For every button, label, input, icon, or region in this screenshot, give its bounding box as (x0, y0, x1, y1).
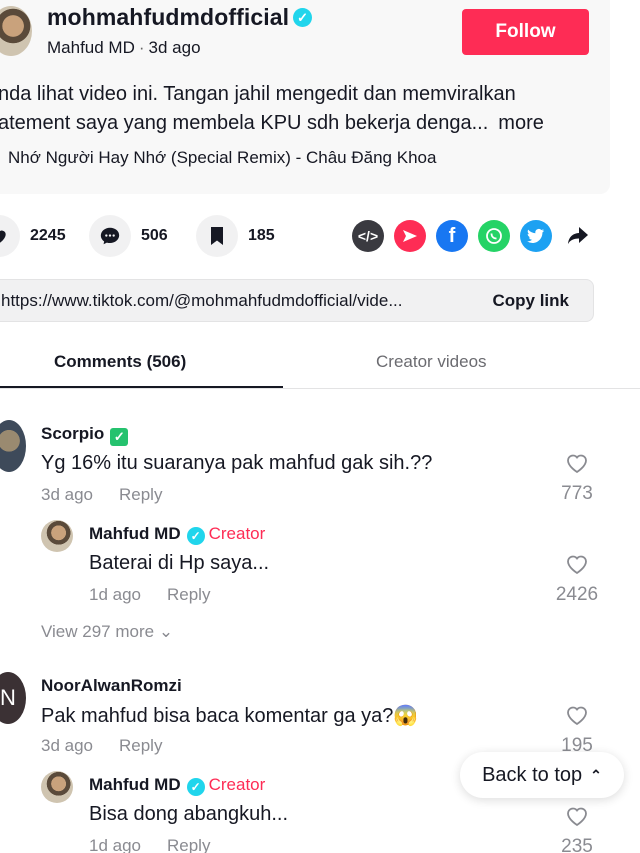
reply-avatar[interactable] (41, 771, 73, 803)
reply-like-count: 2426 (555, 584, 599, 605)
send-icon[interactable] (394, 220, 426, 252)
comment-text: Pak mahfud bisa baca komentar ga ya?😱 (41, 705, 419, 727)
reply-time: 1d ago (89, 836, 141, 853)
save-stat[interactable]: 185 (196, 215, 275, 257)
author-username[interactable]: mohmahfudmdofficial ✓ (47, 4, 313, 31)
commenter-name[interactable]: NoorAlwanRomzi (41, 676, 182, 696)
comment-stat[interactable]: 506 (89, 215, 168, 257)
creator-tag: Creator (208, 775, 266, 794)
comment-time: 3d ago (41, 485, 93, 504)
author-display-name[interactable]: Mahfud MD (47, 38, 135, 57)
comment-count: 506 (141, 227, 168, 244)
creator-tag: Creator (208, 524, 266, 543)
reply-author[interactable]: Mahfud MD ✓ Creator (89, 775, 265, 796)
facebook-icon[interactable]: f (436, 220, 468, 252)
embed-icon[interactable]: </> (352, 220, 384, 252)
link-box: https://www.tiktok.com/@mohmahfudmdoffic… (0, 279, 594, 322)
copy-link-button[interactable]: Copy link (492, 291, 569, 311)
like-count: 2245 (30, 227, 66, 244)
heart-outline-icon[interactable] (565, 553, 589, 575)
checkmark-badge-icon: ✓ (110, 428, 129, 446)
tab-comments[interactable]: Comments (506) (54, 352, 186, 372)
twitter-icon[interactable] (520, 220, 552, 252)
reply-meta: 1d ago Reply (89, 585, 210, 605)
reply-button[interactable]: Reply (119, 485, 162, 504)
chevron-up-icon: ⌃ (590, 766, 602, 783)
whatsapp-icon[interactable] (478, 220, 510, 252)
tab-divider (0, 388, 640, 389)
reply-text: Bisa dong abangkuh... (89, 803, 289, 825)
comment-meta: 3d ago Reply (41, 485, 162, 505)
follow-button[interactable]: Follow (462, 9, 589, 55)
more-link[interactable]: more (498, 112, 544, 134)
tab-active-indicator (0, 386, 283, 388)
verified-icon: ✓ (186, 527, 205, 545)
reply-like-count: 235 (561, 836, 593, 853)
verified-icon: ✓ (186, 778, 205, 796)
reply-time: 1d ago (89, 585, 141, 604)
reply-like[interactable]: 235 (547, 805, 607, 853)
commenter-avatar[interactable]: N (0, 672, 26, 724)
reply-author[interactable]: Mahfud MD ✓ Creator (89, 524, 265, 545)
share-arrow-icon[interactable] (562, 220, 594, 252)
reply-text: Baterai di Hp saya... (89, 552, 270, 574)
comment-like[interactable]: 195 (547, 704, 607, 757)
music-title[interactable]: Nhớ Người Hay Nhớ (Special Remix) - Châu… (8, 148, 436, 168)
comment-like[interactable]: 773 (547, 452, 607, 505)
save-count: 185 (248, 227, 275, 244)
comment-text: Yg 16% itu suaranya pak mahfud gak sih.?… (41, 452, 433, 474)
back-to-top-label: Back to top (482, 763, 583, 786)
commenter-name[interactable]: Scorpio ✓ (41, 424, 129, 446)
comment-icon[interactable] (89, 215, 131, 257)
reply-button[interactable]: Reply (119, 736, 162, 755)
post-time: 3d ago (148, 38, 201, 57)
view-more-replies[interactable]: View 297 more ⌄ (41, 622, 173, 642)
reply-button[interactable]: Reply (167, 836, 210, 853)
back-to-top-button[interactable]: Back to top ⌃ (460, 752, 624, 798)
comment-meta: 3d ago Reply (41, 736, 162, 756)
reply-button[interactable]: Reply (167, 585, 210, 604)
comment-like-count: 773 (561, 483, 593, 504)
heart-outline-icon[interactable] (565, 805, 589, 827)
commenter-avatar[interactable] (0, 420, 26, 472)
heart-icon[interactable] (0, 215, 20, 257)
reply-like[interactable]: 2426 (547, 553, 607, 606)
heart-outline-icon[interactable] (565, 452, 589, 474)
description-line-2: atement saya yang membela KPU sdh bekerj… (0, 112, 489, 134)
description-line-1: nda lihat video ini. Tangan jahil menged… (0, 83, 516, 105)
post-description: nda lihat video ini. Tangan jahil menged… (0, 80, 598, 138)
bookmark-icon[interactable] (196, 215, 238, 257)
chevron-down-icon: ⌄ (158, 622, 174, 641)
reply-avatar[interactable] (41, 520, 73, 552)
like-stat[interactable]: 2245 (0, 215, 66, 257)
heart-outline-icon[interactable] (565, 704, 589, 726)
video-url[interactable]: https://www.tiktok.com/@mohmahfudmdoffic… (1, 291, 402, 311)
verified-icon: ✓ (293, 8, 313, 27)
tab-creator-videos[interactable]: Creator videos (376, 352, 487, 372)
reply-meta: 1d ago Reply (89, 836, 210, 853)
author-subline: Mahfud MD · 3d ago (47, 38, 201, 57)
comment-time: 3d ago (41, 736, 93, 755)
